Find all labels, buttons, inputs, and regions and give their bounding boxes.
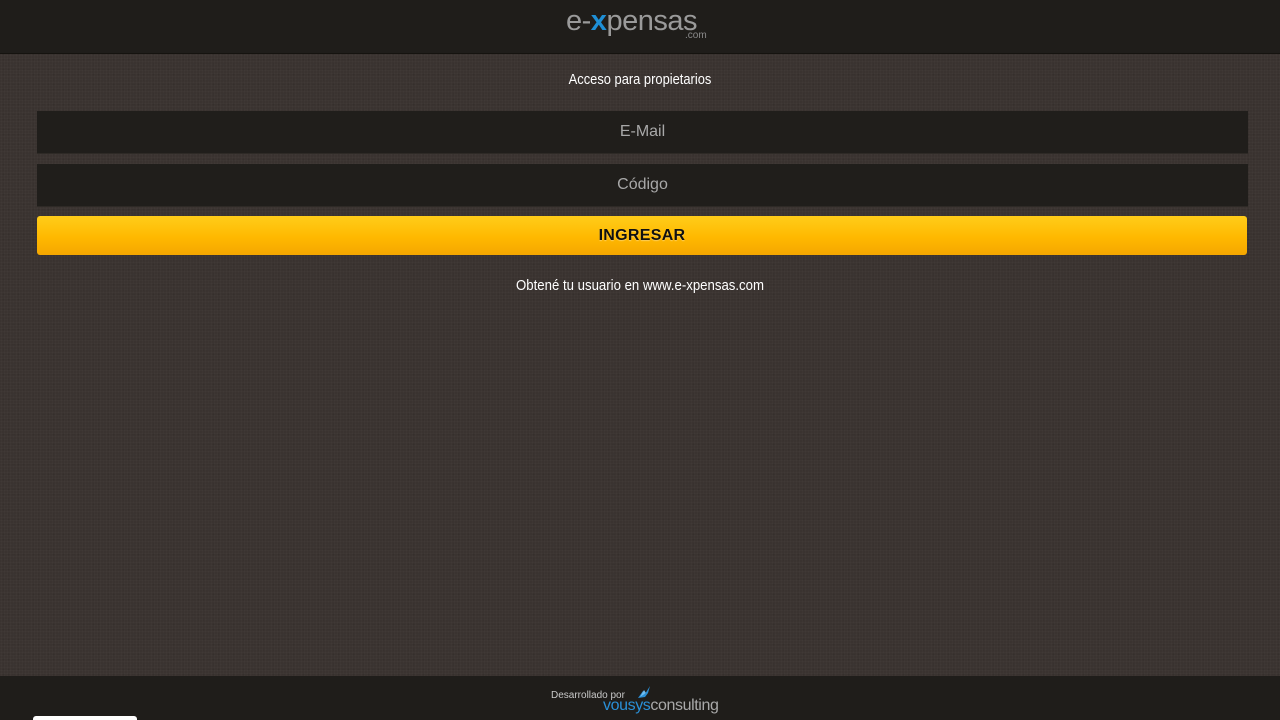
e-xpensas-logo[interactable]: e-xpensas .com bbox=[566, 4, 716, 44]
logo-suffix: pensas bbox=[606, 5, 697, 37]
signup-link[interactable]: www.e-xpensas.com bbox=[643, 277, 764, 294]
logo-prefix: e- bbox=[566, 5, 591, 37]
brand-part-consulting: consulting bbox=[650, 697, 719, 714]
signup-hint: Obtené tu usuario en www.e-xpensas.com bbox=[77, 276, 1203, 296]
brand-part-vousys: vousys bbox=[603, 697, 651, 714]
page-title: Acceso para propietarios bbox=[568, 71, 712, 88]
code-input[interactable] bbox=[37, 164, 1248, 207]
login-button[interactable]: INGRESAR bbox=[37, 216, 1247, 255]
app-footer: Desarrollado por vousysconsulting bbox=[0, 676, 1280, 720]
corner-tab[interactable] bbox=[33, 716, 137, 720]
logo-wordmark: e-xpensas bbox=[566, 4, 697, 38]
app-header: e-xpensas .com bbox=[0, 0, 1280, 54]
logo-tld: .com bbox=[685, 30, 707, 41]
logo-accent: x bbox=[590, 5, 607, 37]
email-input[interactable] bbox=[37, 111, 1248, 154]
signup-hint-text: Obtené tu usuario en bbox=[515, 277, 643, 294]
vousys-consulting-logo[interactable]: vousysconsulting bbox=[603, 697, 719, 715]
